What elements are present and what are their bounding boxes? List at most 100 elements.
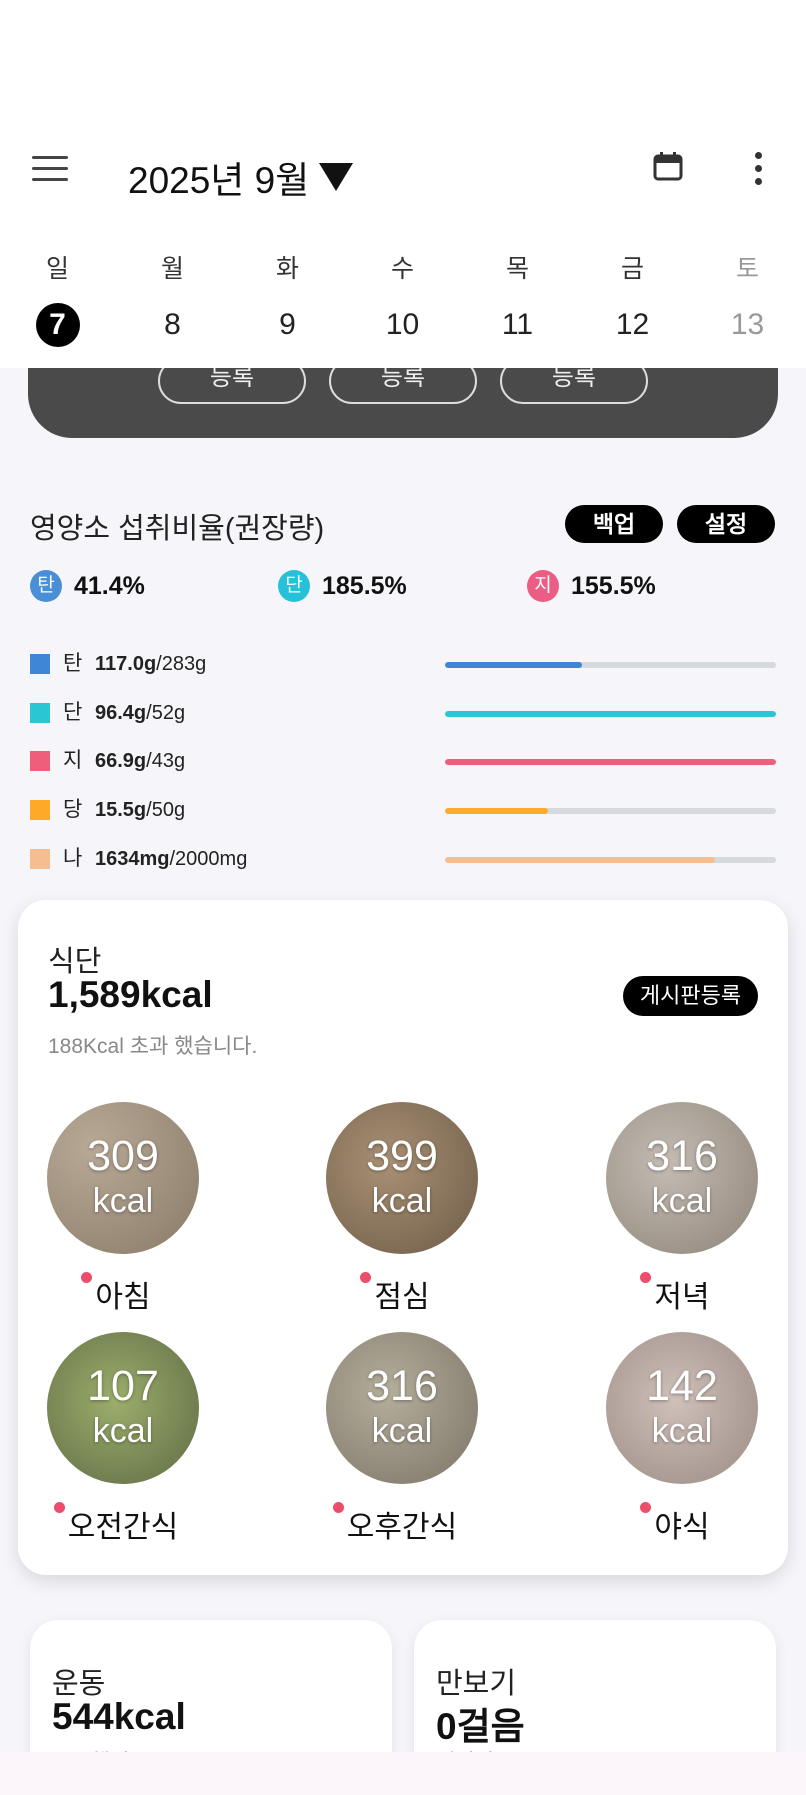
meal-name-text: 오후간식: [346, 1511, 458, 1544]
progress-track: [445, 857, 776, 863]
meal-name: 오전간식: [53, 1502, 178, 1546]
meal-kcal: 316: [366, 1362, 438, 1410]
steps-value: 0걸음: [436, 1706, 525, 1747]
day-sat[interactable]: 토 13: [690, 225, 805, 347]
meal-unit: kcal: [92, 1412, 154, 1450]
month-title: 2025년 9월: [128, 160, 310, 201]
meal-kcal: 107: [87, 1362, 159, 1410]
meal-night-snack[interactable]: 142 kcal 야식: [606, 1332, 758, 1546]
day-name: 토: [735, 255, 759, 283]
ratio-protein: 단 185.5%: [278, 570, 407, 602]
day-number: 9: [279, 308, 296, 341]
meal-kcal: 309: [87, 1132, 159, 1180]
week-strip: 일 7 월 8 화 9 수 10 목 11 금 12 토 13: [0, 225, 806, 368]
meal-name-text: 아침: [95, 1281, 151, 1314]
meal-name-text: 점심: [374, 1281, 430, 1314]
day-number: 12: [615, 308, 650, 341]
day-name: 목: [505, 255, 529, 283]
progress-fill: [445, 759, 776, 765]
progress-track: [445, 808, 776, 814]
settings-button[interactable]: 설정: [677, 505, 775, 543]
progress-fill: [445, 662, 582, 668]
meal-breakfast[interactable]: 309 kcal 아침: [47, 1102, 199, 1316]
nutrient-amount: 15.5g: [95, 799, 147, 821]
day-name: 일: [45, 255, 69, 283]
exercise-value: 544kcal: [52, 1696, 186, 1737]
legend-square: [30, 849, 50, 869]
meal-name: 저녁: [640, 1272, 710, 1316]
meal-name-text: 야식: [654, 1511, 710, 1544]
meal-dinner[interactable]: 316 kcal 저녁: [606, 1102, 758, 1316]
meal-morning-snack[interactable]: 107 kcal 오전간식: [47, 1332, 199, 1546]
progress-track: [445, 711, 776, 717]
day-tue[interactable]: 화 9: [230, 225, 345, 347]
nutrient-target: /50g: [146, 799, 186, 821]
protein-percent: 185.5%: [322, 571, 407, 600]
nutrient-row-carb: 탄 117.0g/283g: [30, 650, 780, 680]
status-dot: [360, 1272, 372, 1283]
day-number: 8: [164, 308, 181, 341]
meal-afternoon-snack[interactable]: 316 kcal 오후간식: [326, 1332, 478, 1546]
meal-photo: 316 kcal: [606, 1102, 758, 1254]
meal-photo: 399 kcal: [326, 1102, 478, 1254]
month-selector[interactable]: 2025년 9월: [128, 150, 354, 204]
legend-square: [30, 751, 50, 771]
meal-photo: 316 kcal: [326, 1332, 478, 1484]
day-mon[interactable]: 월 8: [115, 225, 230, 347]
day-number-selected: 7: [35, 303, 80, 347]
day-thu[interactable]: 목 11: [460, 225, 575, 347]
nutrient-amount: 96.4g: [95, 702, 147, 724]
day-number: 10: [385, 308, 420, 341]
calendar-icon[interactable]: [652, 150, 684, 182]
nutrient-row-fat: 지 66.9g/43g: [30, 747, 780, 777]
day-fri[interactable]: 금 12: [575, 225, 690, 347]
carb-percent: 41.4%: [74, 571, 145, 600]
day-name: 월: [160, 255, 184, 283]
nutrient-row-sugar: 당 15.5g/50g: [30, 796, 780, 826]
meal-lunch[interactable]: 399 kcal 점심: [326, 1102, 478, 1316]
legend-square: [30, 654, 50, 674]
day-sun[interactable]: 일 7: [0, 225, 115, 347]
meal-photo: 107 kcal: [47, 1332, 199, 1484]
status-dot: [640, 1272, 652, 1283]
meal-photo: 309 kcal: [47, 1102, 199, 1254]
app-bar: 2025년 9월: [0, 120, 806, 225]
nutrient-value: 66.9g/43g: [95, 747, 185, 775]
meal-name: 오후간식: [332, 1502, 458, 1546]
nutrient-value: 117.0g/283g: [95, 650, 206, 678]
nutrient-target: /2000mg: [169, 848, 248, 870]
backup-button[interactable]: 백업: [565, 505, 663, 543]
status-dot: [53, 1502, 65, 1513]
day-number: 11: [501, 308, 534, 341]
nutrient-label: 단: [63, 701, 83, 724]
meal-name: 아침: [81, 1272, 151, 1316]
meal-kcal: 316: [646, 1132, 718, 1180]
nutrient-target: /43g: [146, 750, 186, 772]
day-wed[interactable]: 수 10: [345, 225, 460, 347]
ratio-fat: 지 155.5%: [527, 570, 656, 602]
status-bar: [0, 0, 806, 120]
fat-badge: 지: [527, 570, 559, 602]
nutrient-value: 96.4g/52g: [95, 699, 185, 727]
meal-name-text: 저녁: [654, 1281, 710, 1314]
diet-card: 식단 1,589kcal 188Kcal 초과 했습니다. 게시판등록 309 …: [18, 900, 788, 1575]
nutrient-row-sodium: 나 1634mg/2000mg: [30, 845, 780, 875]
meal-unit: kcal: [92, 1182, 154, 1220]
more-options-icon[interactable]: [752, 152, 764, 186]
progress-track: [445, 759, 776, 765]
menu-icon[interactable]: [32, 156, 68, 182]
nutrient-label: 당: [63, 798, 83, 821]
meal-unit: kcal: [651, 1182, 713, 1220]
status-dot: [332, 1502, 344, 1513]
diet-note: 188Kcal 초과 했습니다.: [48, 1035, 258, 1058]
nutrient-value: 15.5g/50g: [95, 796, 185, 824]
nutrient-label: 나: [63, 847, 83, 870]
meal-photo: 142 kcal: [606, 1332, 758, 1484]
board-register-button[interactable]: 게시판등록: [623, 976, 758, 1016]
nutrient-amount: 66.9g: [95, 750, 147, 772]
nutrient-target: /283g: [156, 653, 207, 675]
progress-fill: [445, 711, 776, 717]
nutrient-amount: 117.0g: [95, 653, 157, 675]
meal-unit: kcal: [651, 1412, 713, 1450]
nutrient-label: 탄: [63, 652, 83, 675]
